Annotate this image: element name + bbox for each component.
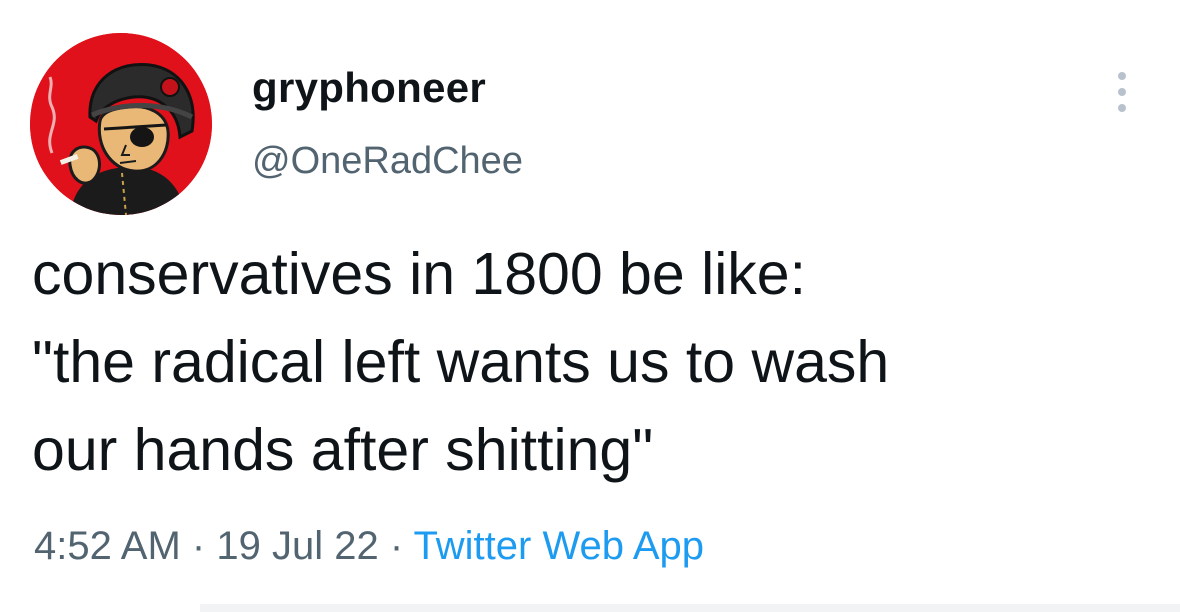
tweet-card: gryphoneer @OneRadChee conservatives in …	[0, 0, 1180, 612]
tweet-text-line: "the radical left wants us to wash	[32, 329, 890, 395]
tweet-text-line: our hands after shitting"	[32, 417, 654, 483]
more-options-icon[interactable]	[1112, 70, 1132, 114]
avatar-image	[30, 33, 212, 215]
avatar[interactable]	[30, 33, 212, 215]
meta-separator: ·	[191, 524, 206, 568]
tweet-metadata: 4:52 AM · 19 Jul 22 · Twitter Web App	[34, 524, 704, 569]
meta-separator: ·	[389, 524, 404, 568]
divider	[200, 604, 1180, 612]
tweet-date[interactable]: 19 Jul 22	[216, 524, 378, 568]
tweet-time[interactable]: 4:52 AM	[34, 524, 181, 568]
tweet-source-link[interactable]: Twitter Web App	[414, 524, 705, 568]
tweet-text: conservatives in 1800 be like: "the radi…	[32, 230, 1152, 494]
author-handle[interactable]: @OneRadChee	[252, 140, 523, 183]
tweet-text-line: conservatives in 1800 be like:	[32, 241, 807, 307]
author-display-name[interactable]: gryphoneer	[252, 64, 486, 112]
